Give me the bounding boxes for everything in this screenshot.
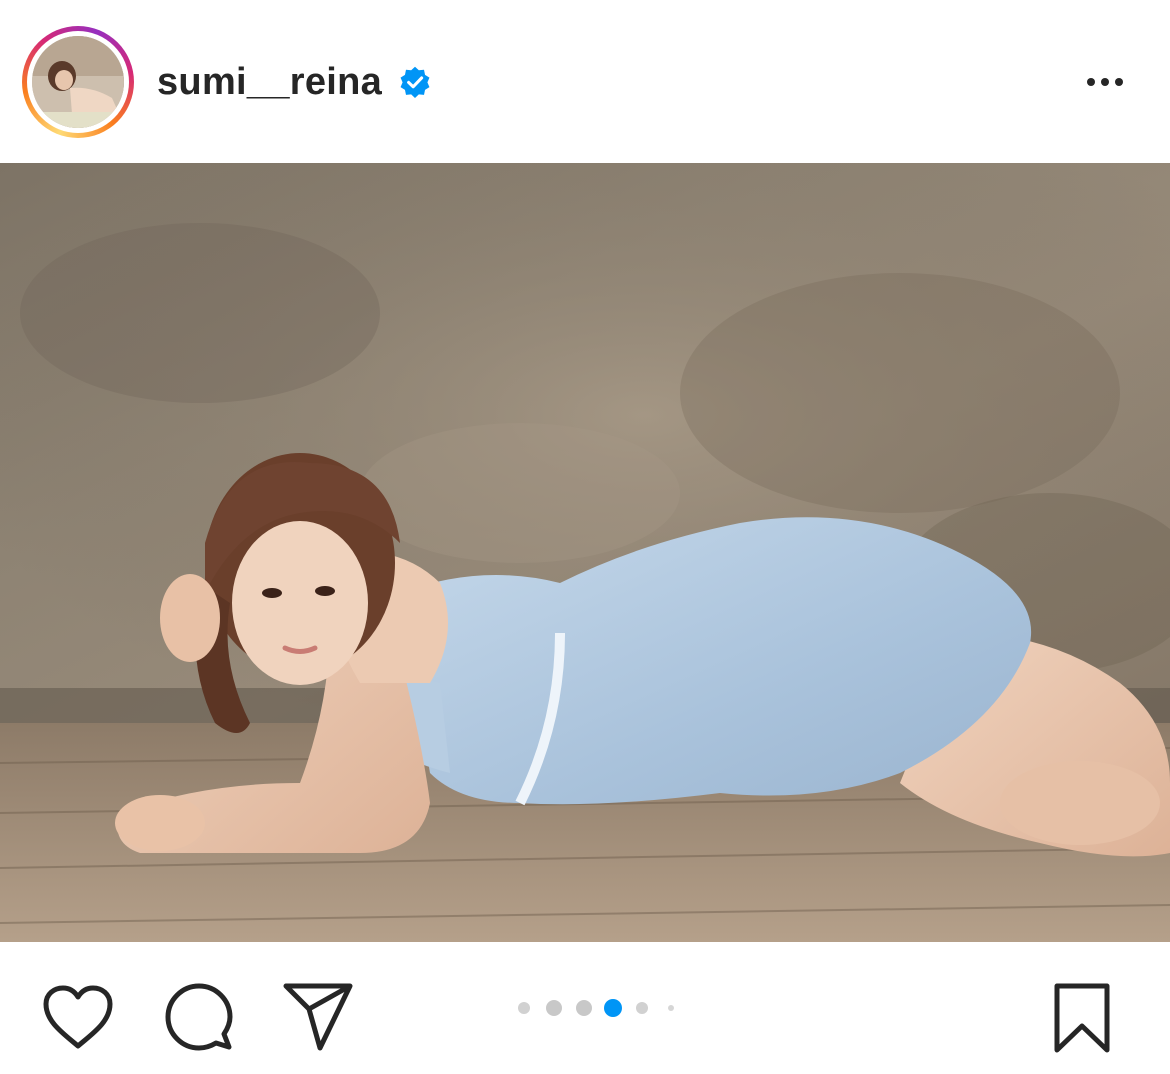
carousel-dot-active <box>604 999 622 1017</box>
dot <box>1087 78 1095 86</box>
username[interactable]: sumi__reina <box>157 58 382 106</box>
paper-plane-icon[interactable] <box>282 982 354 1052</box>
avatar[interactable] <box>32 36 124 128</box>
post-header: sumi__reina <box>0 0 1170 163</box>
comment-icon[interactable] <box>164 982 234 1052</box>
carousel-dot <box>576 1000 592 1016</box>
verified-badge-icon <box>400 66 430 98</box>
dot <box>1115 78 1123 86</box>
carousel-dot <box>636 1002 648 1014</box>
dot <box>1101 78 1109 86</box>
bookmark-icon[interactable] <box>1052 982 1112 1054</box>
more-options-button[interactable] <box>1075 62 1135 102</box>
carousel-dot <box>518 1002 530 1014</box>
heart-icon[interactable] <box>42 984 114 1050</box>
instagram-post: sumi__reina <box>0 0 1170 1074</box>
story-ring[interactable] <box>22 26 134 138</box>
avatar-photo <box>32 36 124 128</box>
carousel-indicator <box>510 998 700 1018</box>
carousel-dot <box>668 1005 674 1011</box>
action-bar <box>0 942 1170 1074</box>
post-photo[interactable] <box>0 163 1170 942</box>
photo-illustration <box>0 163 1170 942</box>
carousel-dot <box>546 1000 562 1016</box>
